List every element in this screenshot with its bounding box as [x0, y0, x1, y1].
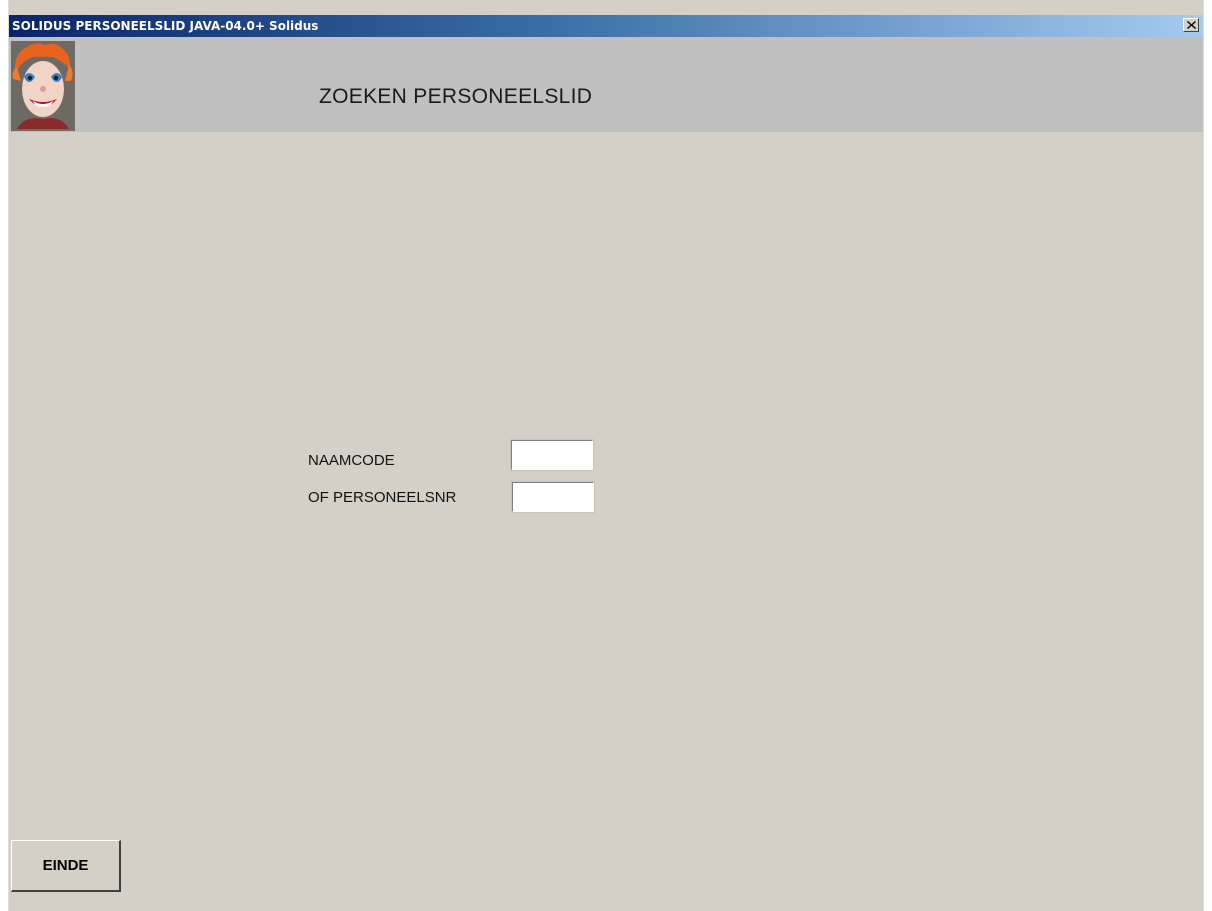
- close-button[interactable]: [1183, 18, 1199, 32]
- naamcode-input[interactable]: [510, 439, 594, 471]
- personeelsnr-input[interactable]: [511, 481, 595, 513]
- einde-button[interactable]: EINDE: [11, 840, 121, 892]
- clown-face-logo: [11, 41, 75, 131]
- page-title: ZOEKEN PERSONEELSLID: [319, 85, 593, 108]
- close-x-icon: [1186, 21, 1196, 29]
- personeelsnr-label: OF PERSONEELSNR: [308, 489, 457, 506]
- header-band: ZOEKEN PERSONEELSLID: [9, 37, 1203, 132]
- title-bar[interactable]: SOLIDUS PERSONEELSLID JAVA-04.0+ Solidus: [9, 15, 1203, 37]
- window-title: SOLIDUS PERSONEELSLID JAVA-04.0+ Solidus: [12, 19, 319, 33]
- application-window: SOLIDUS PERSONEELSLID JAVA-04.0+ Solidus: [8, 0, 1204, 911]
- naamcode-label: NAAMCODE: [308, 452, 395, 469]
